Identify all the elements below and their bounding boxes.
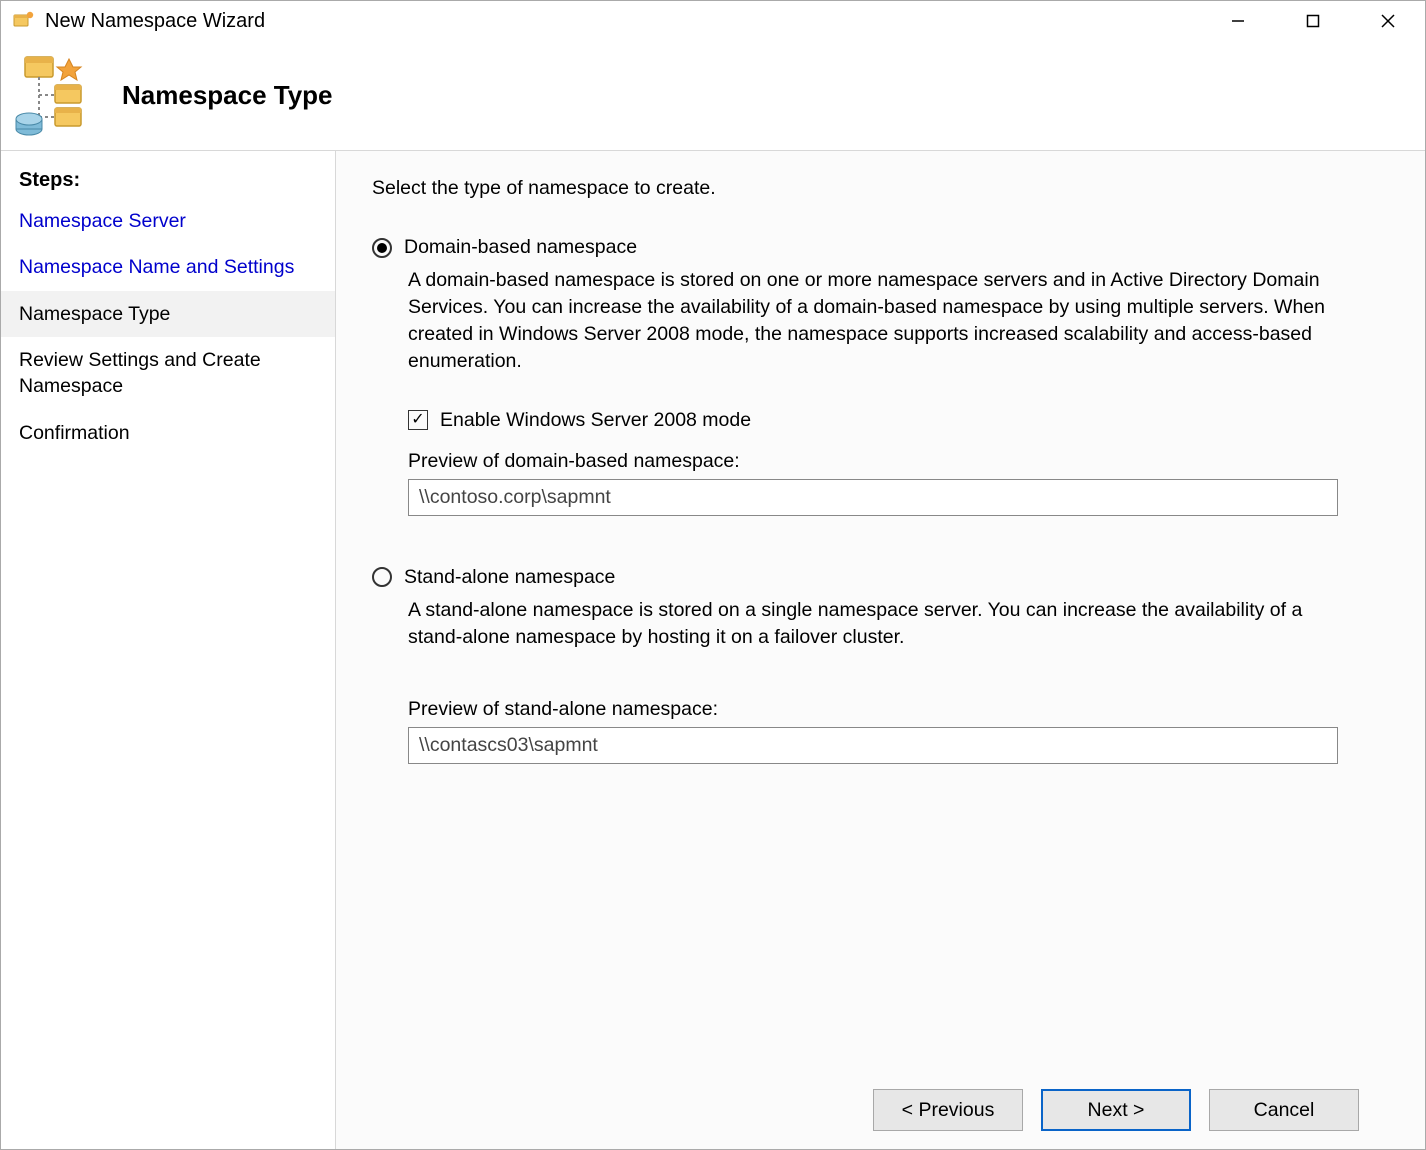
standalone-preview-label: Preview of stand-alone namespace:	[408, 698, 1389, 721]
cancel-button[interactable]: Cancel	[1209, 1089, 1359, 1131]
radio-standalone-label: Stand-alone namespace	[404, 566, 615, 589]
wizard-icon	[13, 10, 35, 32]
maximize-button[interactable]	[1275, 1, 1350, 41]
step-namespace-name-settings[interactable]: Namespace Name and Settings	[1, 244, 335, 290]
wizard-body: Steps: Namespace Server Namespace Name a…	[1, 151, 1425, 1149]
step-namespace-server[interactable]: Namespace Server	[1, 198, 335, 244]
domain-preview-value: \\contoso.corp\sapmnt	[408, 479, 1338, 516]
content-pane: Select the type of namespace to create. …	[336, 151, 1425, 1149]
radio-domain-based[interactable]: Domain-based namespace	[372, 236, 1389, 259]
window-title: New Namespace Wizard	[45, 10, 1200, 33]
wizard-header: Namespace Type	[1, 41, 1425, 151]
wizard-window: New Namespace Wizard	[0, 0, 1426, 1150]
radio-domain-label: Domain-based namespace	[404, 236, 637, 259]
radio-icon-selected	[372, 238, 392, 258]
checkbox-enable-2008-mode[interactable]: ✓ Enable Windows Server 2008 mode	[408, 409, 1389, 432]
domain-description: A domain-based namespace is stored on on…	[408, 267, 1358, 375]
enable-2008-label: Enable Windows Server 2008 mode	[440, 409, 751, 432]
minimize-button[interactable]	[1200, 1, 1275, 41]
standalone-description: A stand-alone namespace is stored on a s…	[408, 597, 1358, 651]
steps-sidebar: Steps: Namespace Server Namespace Name a…	[1, 151, 336, 1149]
wizard-footer: < Previous Next > Cancel	[372, 1071, 1389, 1149]
window-controls	[1200, 1, 1425, 41]
radio-standalone[interactable]: Stand-alone namespace	[372, 566, 1389, 589]
step-namespace-type[interactable]: Namespace Type	[1, 291, 335, 337]
close-button[interactable]	[1350, 1, 1425, 41]
previous-button[interactable]: < Previous	[873, 1089, 1023, 1131]
step-review-create: Review Settings and Create Namespace	[1, 337, 335, 410]
next-button[interactable]: Next >	[1041, 1089, 1191, 1131]
radio-icon-unselected	[372, 567, 392, 587]
titlebar: New Namespace Wizard	[1, 1, 1425, 41]
namespace-tree-icon	[15, 53, 100, 138]
standalone-preview-value: \\contascs03\sapmnt	[408, 727, 1338, 764]
instruction-text: Select the type of namespace to create.	[372, 177, 1389, 200]
domain-preview-label: Preview of domain-based namespace:	[408, 450, 1389, 473]
page-title: Namespace Type	[122, 80, 333, 111]
step-confirmation: Confirmation	[1, 410, 335, 456]
check-icon: ✓	[408, 410, 428, 430]
steps-heading: Steps:	[1, 163, 335, 198]
option-domain-based: Domain-based namespace A domain-based na…	[372, 236, 1389, 516]
option-standalone: Stand-alone namespace A stand-alone name…	[372, 566, 1389, 765]
